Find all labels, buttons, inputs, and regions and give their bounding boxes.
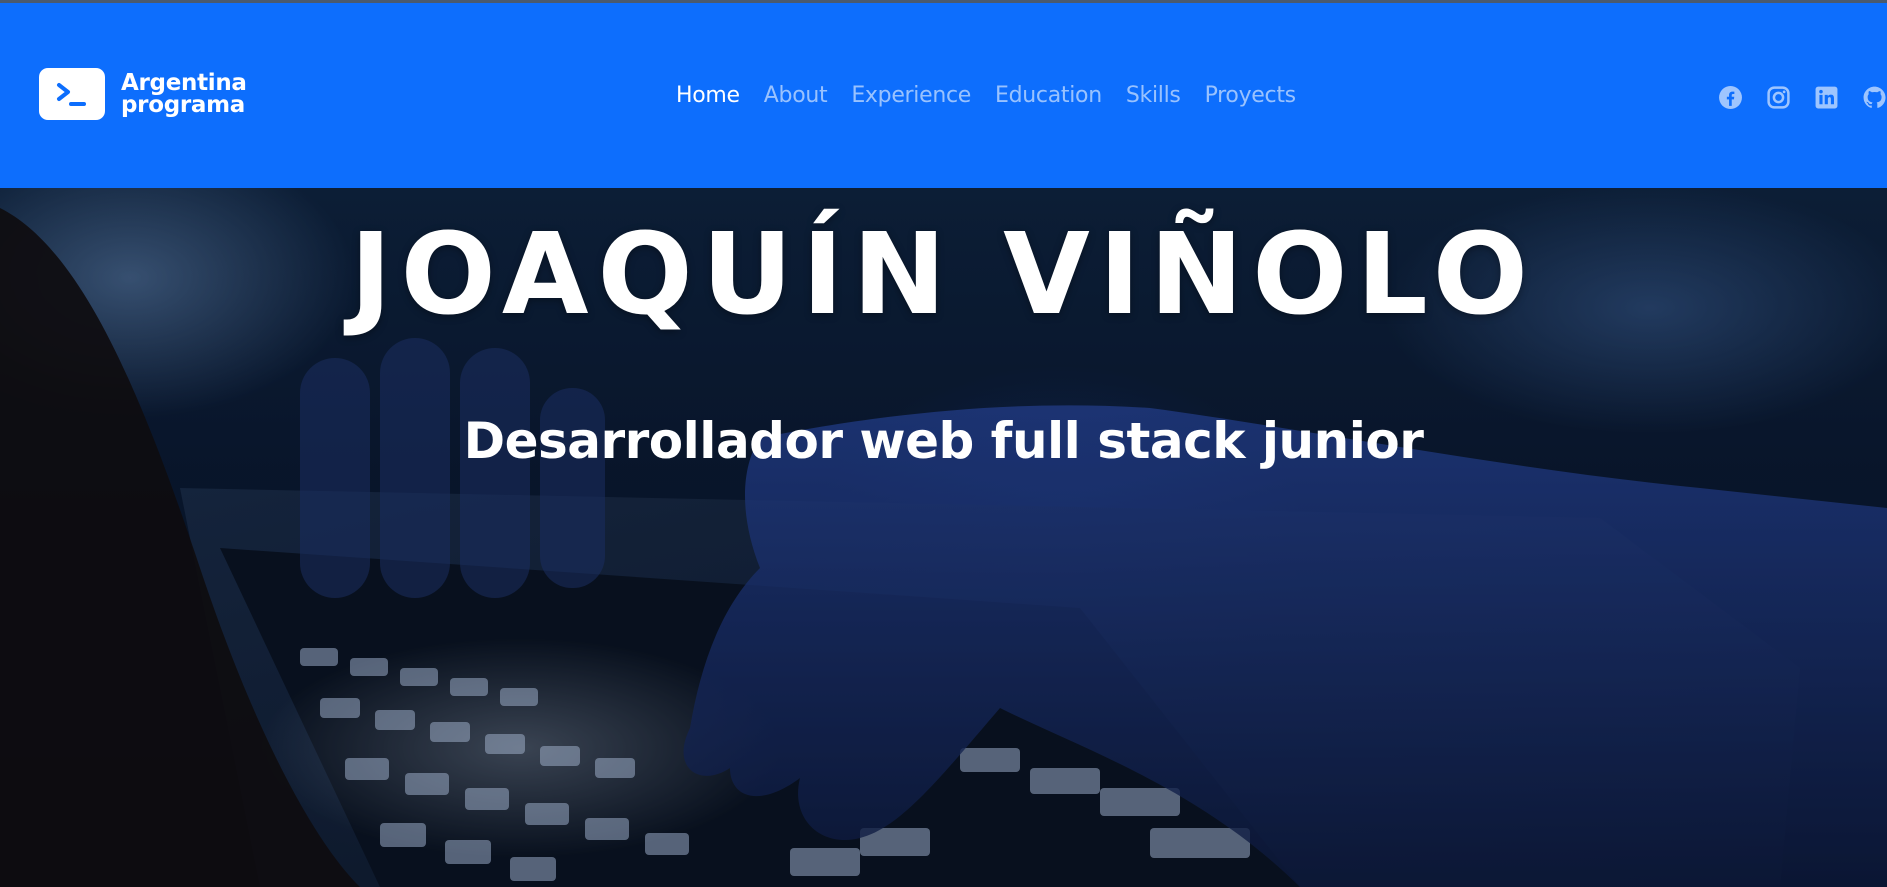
github-icon[interactable]	[1862, 85, 1887, 110]
hero-section: JOAQUÍN VIÑOLO Desarrollador web full st…	[0, 188, 1887, 887]
nav-about[interactable]: About	[764, 83, 828, 108]
instagram-icon[interactable]	[1766, 85, 1791, 110]
social-links	[1718, 85, 1887, 110]
hero-subtitle: Desarrollador web full stack junior	[463, 412, 1424, 470]
nav-experience[interactable]: Experience	[851, 83, 971, 108]
nav-skills[interactable]: Skills	[1126, 83, 1181, 108]
linkedin-icon[interactable]	[1814, 85, 1839, 110]
facebook-icon[interactable]	[1718, 85, 1743, 110]
nav-home[interactable]: Home	[676, 83, 740, 108]
brand-name: Argentina programa	[121, 70, 247, 118]
nav-education[interactable]: Education	[995, 83, 1102, 108]
nav-proyects[interactable]: Proyects	[1205, 83, 1297, 108]
hero-title: JOAQUÍN VIÑOLO	[350, 210, 1537, 340]
brand-line-1: Argentina	[121, 70, 247, 96]
brand-logo	[39, 68, 105, 120]
brand-line-2: programa	[121, 92, 246, 118]
brand-link[interactable]: Argentina programa	[39, 67, 247, 121]
navbar: Argentina programa Home About Experience…	[0, 3, 1887, 188]
terminal-icon	[57, 83, 86, 106]
main-nav: Home About Experience Education Skills P…	[676, 83, 1296, 108]
